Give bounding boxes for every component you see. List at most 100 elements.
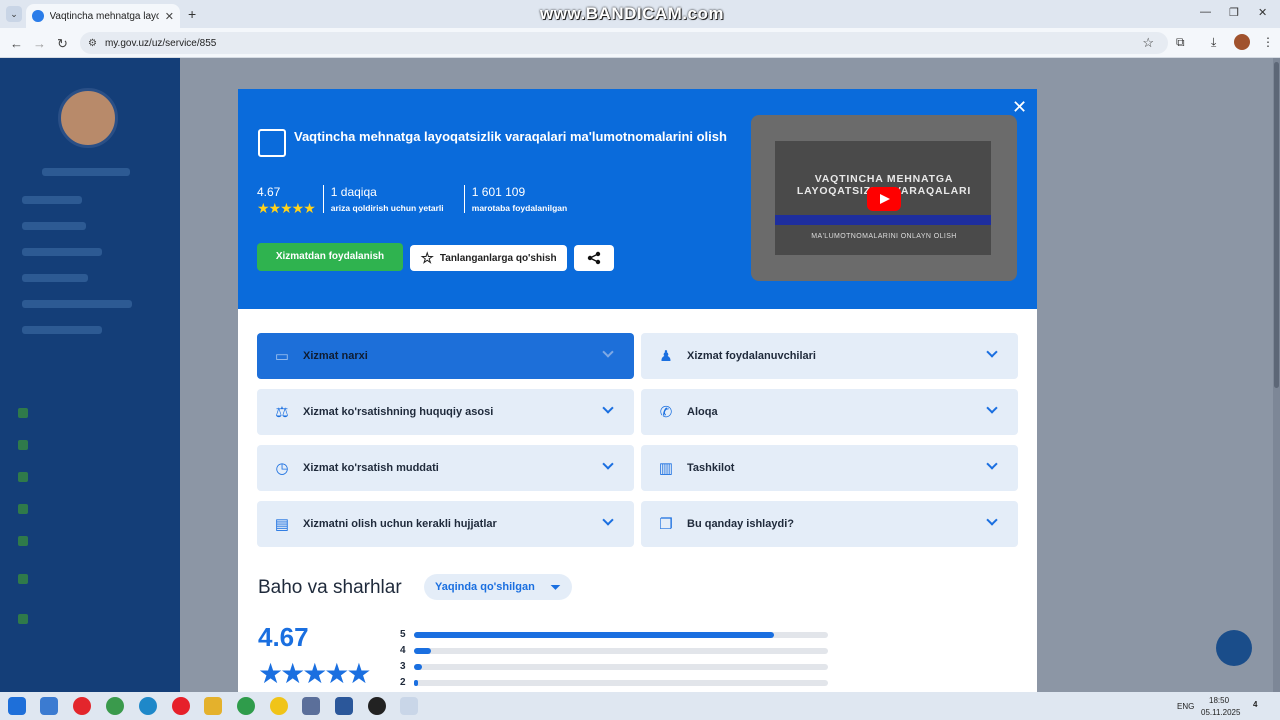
rating-bar-track xyxy=(414,679,828,686)
accordion-organization[interactable]: ▥ Tashkilot xyxy=(641,445,1018,491)
accordion-users[interactable]: ♟ Xizmat foydalanuvchilari xyxy=(641,333,1018,379)
accordion-contact[interactable]: ✆ Aloqa xyxy=(641,389,1018,435)
rating-bar-fill xyxy=(414,663,423,670)
chrome-icon[interactable] xyxy=(237,697,255,715)
accordion-label: Aloqa xyxy=(687,406,718,418)
rating-stat: 4.67 ★★★★★ xyxy=(257,185,323,217)
rating-bar-star-label: 3 xyxy=(400,661,406,672)
accordion-how-it-works[interactable]: ❐ Bu qanday ishlaydi? xyxy=(641,501,1018,547)
chevron-down-icon xyxy=(986,458,998,470)
duration-stat: 1 daqiqa ariza qoldirish uchun yetarli xyxy=(322,185,464,213)
rating-stars-icon: ★★★★★ xyxy=(257,200,316,216)
scales-icon: ⚖ xyxy=(275,404,289,421)
clock-date[interactable]: 05.11.2025 xyxy=(1201,708,1240,717)
sidebar-item-icon xyxy=(18,408,28,418)
start-button-icon[interactable] xyxy=(8,697,26,715)
bookmark-star-icon[interactable]: ☆ xyxy=(1142,35,1154,51)
tab-close-icon[interactable]: ✕ xyxy=(165,10,174,23)
user-name-placeholder xyxy=(42,168,130,176)
use-service-button[interactable]: Xizmatdan foydalanish xyxy=(257,243,403,271)
back-arrow-icon[interactable]: ← xyxy=(10,36,23,51)
rating-bar-fill xyxy=(414,647,431,654)
profile-avatar[interactable] xyxy=(1234,34,1250,50)
rating-bar-row: 4 xyxy=(400,645,828,656)
chevron-down-icon xyxy=(602,346,614,358)
language-indicator[interactable]: ENG xyxy=(1177,702,1194,711)
sidebar-menu-line xyxy=(22,300,132,308)
rating-bar-track xyxy=(414,647,828,654)
accordion-label: Xizmatni olish uchun kerakli hujjatlar xyxy=(303,518,497,530)
close-window-button[interactable]: ✕ xyxy=(1258,6,1267,19)
credit-card-icon: ▭ xyxy=(274,348,290,365)
active-chrome-window-icon[interactable] xyxy=(400,697,418,715)
download-icon[interactable]: ⤓ xyxy=(1211,35,1216,50)
site-favicon-icon xyxy=(32,10,44,22)
address-toolbar: ← → ↻ ⚙ my.gov.uz/uz/service/855 ☆ ⧉ ⤓ ⋮ xyxy=(0,28,1280,58)
add-favorite-button[interactable]: ☆ Tanlanganlarga qo'shish xyxy=(410,245,567,271)
accordion-duration[interactable]: ◷ Xizmat ko'rsatish muddati xyxy=(257,445,634,491)
accordion-label: Bu qanday ishlaydi? xyxy=(687,518,794,530)
clock-icon: ◷ xyxy=(275,460,289,477)
store-icon[interactable] xyxy=(40,697,58,715)
yandex-browser-icon[interactable] xyxy=(270,697,288,715)
filter-icon: ⏷ xyxy=(550,579,561,594)
modal-header: ✕ Vaqtincha mehnatga layoqatsizlik varaq… xyxy=(238,89,1037,309)
extensions-icon[interactable]: ⧉ xyxy=(1176,35,1185,50)
accordion-documents[interactable]: ▤ Xizmatni olish uchun kerakli hujjatlar xyxy=(257,501,634,547)
file-explorer-icon[interactable] xyxy=(204,697,222,715)
chevron-down-icon xyxy=(986,346,998,358)
play-icon[interactable] xyxy=(867,187,901,211)
reviews-sort-filter[interactable]: Yaqinda qo'shilgan ⏷ xyxy=(424,574,572,600)
url-text: my.gov.uz/uz/service/855 xyxy=(104,37,217,49)
video-player[interactable]: VAQTINCHA MEHNATGA LAYOQATSIZLIK VARAQAL… xyxy=(751,115,1017,281)
site-info-icon[interactable]: ⚙ xyxy=(88,38,97,49)
service-title: Vaqtincha mehnatga layoqatsizlik varaqal… xyxy=(294,129,727,144)
rating-bar-row: 3 xyxy=(400,661,828,672)
word-icon[interactable] xyxy=(335,697,353,715)
accordion-price[interactable]: ▭ Xizmat narxi xyxy=(257,333,634,379)
notification-count[interactable]: 4 xyxy=(1253,700,1257,709)
duration-value: 1 daqiqa xyxy=(330,185,377,199)
opera-icon[interactable] xyxy=(172,697,190,715)
rating-bar-row: 2 xyxy=(400,677,828,688)
sidebar-item-icon xyxy=(18,614,28,624)
chat-support-button[interactable] xyxy=(1216,630,1252,666)
rating-value: 4.67 xyxy=(257,185,281,199)
reload-icon[interactable]: ↻ xyxy=(57,36,68,52)
accordion-label: Tashkilot xyxy=(687,462,735,474)
chrome-alt-icon[interactable] xyxy=(106,697,124,715)
sidebar-item-icon xyxy=(18,536,28,546)
user-avatar xyxy=(58,88,118,148)
add-favorite-label: Tanlanganlarga qo'shish xyxy=(439,252,557,264)
close-icon[interactable]: ✕ xyxy=(1012,97,1027,118)
tab-search-button[interactable]: ⌄ xyxy=(6,6,22,22)
save-app-icon[interactable] xyxy=(302,697,320,715)
rating-bar-fill xyxy=(414,679,419,686)
edge-icon[interactable] xyxy=(139,697,157,715)
accordion-legal-basis[interactable]: ⚖ Xizmat ko'rsatishning huquqiy asosi xyxy=(257,389,634,435)
clock-time[interactable]: 18:50 xyxy=(1209,696,1229,705)
building-icon: ▥ xyxy=(658,460,674,477)
restore-button[interactable]: ❐ xyxy=(1229,6,1239,19)
menu-dots-icon[interactable]: ⋮ xyxy=(1262,35,1274,49)
rating-bar-star-label: 2 xyxy=(400,677,406,688)
browser-tab[interactable]: Vaqtincha mehnatga layoqatsizlik ✕ xyxy=(26,4,180,28)
accordion-label: Xizmat foydalanuvchilari xyxy=(687,350,816,362)
address-bar[interactable]: ⚙ my.gov.uz/uz/service/855 ☆ xyxy=(80,32,1168,54)
chevron-down-icon xyxy=(986,402,998,414)
new-tab-button[interactable]: + xyxy=(188,6,196,22)
bandicam-icon[interactable] xyxy=(368,697,386,715)
share-button[interactable] xyxy=(574,245,614,271)
rating-stars-icon: ★★★★★ xyxy=(258,658,372,689)
page-scrollbar-thumb[interactable] xyxy=(1274,62,1279,388)
rating-bar-star-label: 5 xyxy=(400,629,406,640)
recording-watermark: www.BANDICAM.com xyxy=(540,4,724,23)
forward-arrow-icon[interactable]: → xyxy=(33,36,46,51)
minimize-button[interactable]: — xyxy=(1200,6,1211,18)
yandex-icon[interactable] xyxy=(73,697,91,715)
video-subtitle: MA'LUMOTNOMALARINI ONLAYN OLISH xyxy=(811,233,957,240)
sidebar-item-icon xyxy=(18,440,28,450)
uses-caption: marotaba foydalanilgan xyxy=(471,203,568,213)
windows-taskbar: ENG 18:50 05.11.2025 4 xyxy=(0,692,1280,720)
tab-title: Vaqtincha mehnatga layoqatsizlik xyxy=(49,10,159,22)
